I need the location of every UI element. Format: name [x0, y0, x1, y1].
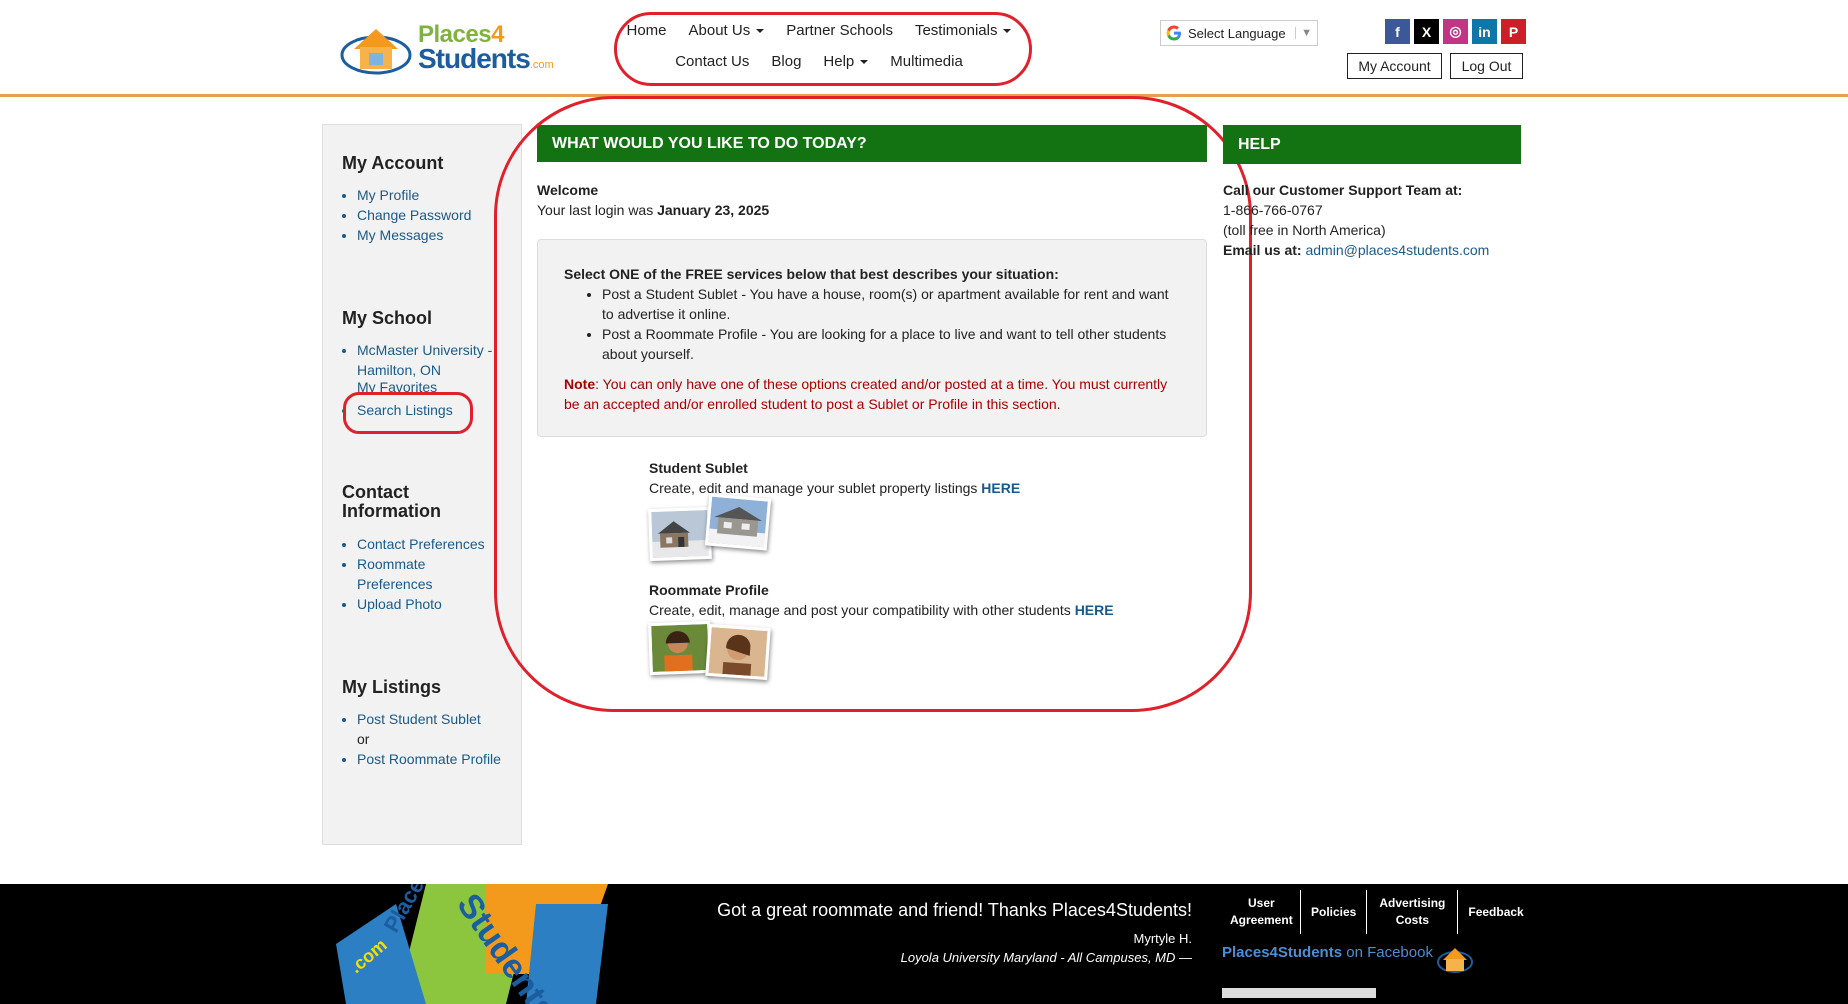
house-photo-1: [648, 506, 712, 562]
service-roommate-text: Post a Roommate Profile - You are lookin…: [602, 324, 1180, 364]
student-sublet-desc: Create, edit and manage your sublet prop…: [649, 480, 978, 496]
welcome-text: Welcome: [537, 182, 599, 198]
service-sublet-text: Post a Student Sublet - You have a house…: [602, 284, 1180, 324]
site-logo[interactable]: Places4 Students.com: [340, 15, 554, 79]
last-login-label: Your last login was: [537, 202, 654, 218]
left-sidebar: My Account My Profile Change Password My…: [322, 124, 522, 845]
nav-multimedia[interactable]: Multimedia: [879, 53, 974, 70]
sidebar-item-search-listings[interactable]: Search Listings: [357, 400, 522, 420]
footer-link-feedback[interactable]: Feedback: [1458, 890, 1533, 934]
help-phone: 1-866-766-0767: [1223, 202, 1323, 218]
help-email-link[interactable]: admin@places4students.com: [1305, 242, 1489, 258]
roommate-profile-title: Roommate Profile: [649, 582, 769, 598]
contact-menu: Contact Preferences Roommate Preferences…: [342, 534, 522, 614]
x-icon[interactable]: X: [1414, 19, 1439, 44]
my-account-button[interactable]: My Account: [1347, 53, 1442, 79]
help-contact-block: Call our Customer Support Team at: 1-866…: [1223, 180, 1523, 260]
sidebar-item-post-roommate[interactable]: Post Roommate Profile: [357, 749, 522, 769]
pinterest-icon[interactable]: P: [1501, 19, 1526, 44]
footer-links: User Agreement Policies Advertising Costs F…: [1220, 890, 1534, 934]
school-menu: McMaster University - Hamilton, ON My Fa…: [342, 340, 522, 420]
sublet-here-link[interactable]: HERE: [981, 480, 1020, 496]
footer-logo-icon: [1437, 948, 1473, 973]
my-account-heading: My Account: [342, 153, 444, 173]
sidebar-item-my-favorites[interactable]: My Favorites: [357, 380, 522, 397]
site-header: Places4 Students.com Home About Us Partner…: [0, 0, 1848, 97]
language-label: Select Language: [1188, 25, 1286, 41]
help-call-label: Call our Customer Support Team at:: [1223, 182, 1463, 198]
google-icon: [1166, 25, 1181, 41]
my-listings-heading: My Listings: [342, 677, 442, 697]
sidebar-item-contact-preferences[interactable]: Contact Preferences: [357, 534, 522, 554]
instagram-icon[interactable]: ◎: [1443, 19, 1468, 44]
main-nav: Home About Us Partner Schools Testimonials …: [614, 12, 1024, 80]
house-photo-2: [704, 493, 772, 551]
facebook-icon[interactable]: f: [1385, 19, 1410, 44]
nav-help[interactable]: Help: [812, 53, 879, 70]
roommate-photos: [648, 620, 779, 694]
footer-link-advertising-costs[interactable]: Advertising Costs: [1367, 890, 1459, 934]
roommate-here-link[interactable]: HERE: [1075, 602, 1114, 618]
nav-testimonials[interactable]: Testimonials: [904, 22, 1023, 39]
testimonial-quote: Got a great roommate and friend! Thanks …: [717, 900, 1192, 920]
listings-menu: Post Student Sublet or Post Roommate Pro…: [342, 709, 522, 769]
help-tollfree: (toll free in North America): [1223, 222, 1386, 238]
contact-info-heading: Contact Information: [342, 482, 441, 521]
student-sublet-option: Student Sublet Create, edit and manage y…: [649, 458, 1020, 498]
or-text: or: [357, 731, 370, 747]
sidebar-item-roommate-preferences[interactable]: Roommate Preferences: [357, 554, 477, 594]
roommate-profile-desc: Create, edit, manage and post your compa…: [649, 602, 1071, 618]
roommate-profile-option: Roommate Profile Create, edit, manage an…: [649, 580, 1114, 620]
footer-link-user-agreement[interactable]: User Agreement: [1220, 890, 1301, 934]
dropdown-arrow-icon: ▼: [1295, 27, 1317, 39]
facebook-link[interactable]: Places4Students on Facebook: [1222, 944, 1433, 961]
sidebar-item-school[interactable]: McMaster University - Hamilton, ON: [357, 340, 522, 380]
footer-link-policies[interactable]: Policies: [1301, 890, 1368, 934]
sidebar-item-my-profile[interactable]: My Profile: [357, 185, 522, 205]
nav-about-us[interactable]: About Us: [678, 22, 776, 39]
sublet-photos: [648, 493, 779, 574]
nav-blog[interactable]: Blog: [760, 53, 812, 70]
house-logo-icon: [340, 29, 412, 75]
sidebar-item-post-sublet[interactable]: Post Student Sublet: [357, 709, 522, 729]
linkedin-icon[interactable]: in: [1472, 19, 1497, 44]
person-photo-1: [648, 620, 712, 676]
services-lead: Select ONE of the FREE services below th…: [564, 266, 1059, 282]
caret-down-icon: [1003, 29, 1012, 34]
testimonial-school: Loyola University Maryland - All Campuse…: [900, 950, 1192, 965]
testimonial-name: Myrtyle H.: [1133, 931, 1193, 946]
site-footer: Places Students .com Got a great roommat…: [0, 884, 1848, 1004]
language-select[interactable]: Select Language ▼: [1160, 20, 1318, 46]
account-menu: My Profile Change Password My Messages: [342, 185, 522, 245]
nav-partner-schools[interactable]: Partner Schools: [775, 22, 904, 39]
logout-button[interactable]: Log Out: [1450, 53, 1523, 79]
person-photo-2: [705, 623, 771, 681]
sidebar-item-change-password[interactable]: Change Password: [357, 205, 522, 225]
caret-down-icon: [756, 29, 765, 34]
student-sublet-title: Student Sublet: [649, 460, 748, 476]
note-text: Note: You can only have one of these opt…: [564, 376, 1168, 412]
my-school-heading: My School: [342, 308, 433, 328]
help-heading: HELP: [1223, 125, 1521, 164]
footer-logo-art: Places Students .com: [336, 884, 608, 1004]
welcome-block: Welcome Your last login was January 23, …: [537, 180, 769, 220]
services-box: Select ONE of the FREE services below th…: [537, 239, 1207, 437]
main-heading: WHAT WOULD YOU LIKE TO DO TODAY?: [537, 125, 1207, 162]
nav-home[interactable]: Home: [616, 22, 678, 39]
caret-down-icon: [860, 60, 869, 65]
nav-contact-us[interactable]: Contact Us: [664, 53, 760, 70]
social-links: f X ◎ in P: [1385, 19, 1526, 44]
help-email-label: Email us at:: [1223, 242, 1302, 258]
sidebar-item-upload-photo[interactable]: Upload Photo: [357, 594, 522, 614]
facebook-widget-bar: [1222, 988, 1376, 998]
sidebar-item-my-messages[interactable]: My Messages: [357, 225, 522, 245]
last-login-date: January 23, 2025: [657, 202, 770, 218]
